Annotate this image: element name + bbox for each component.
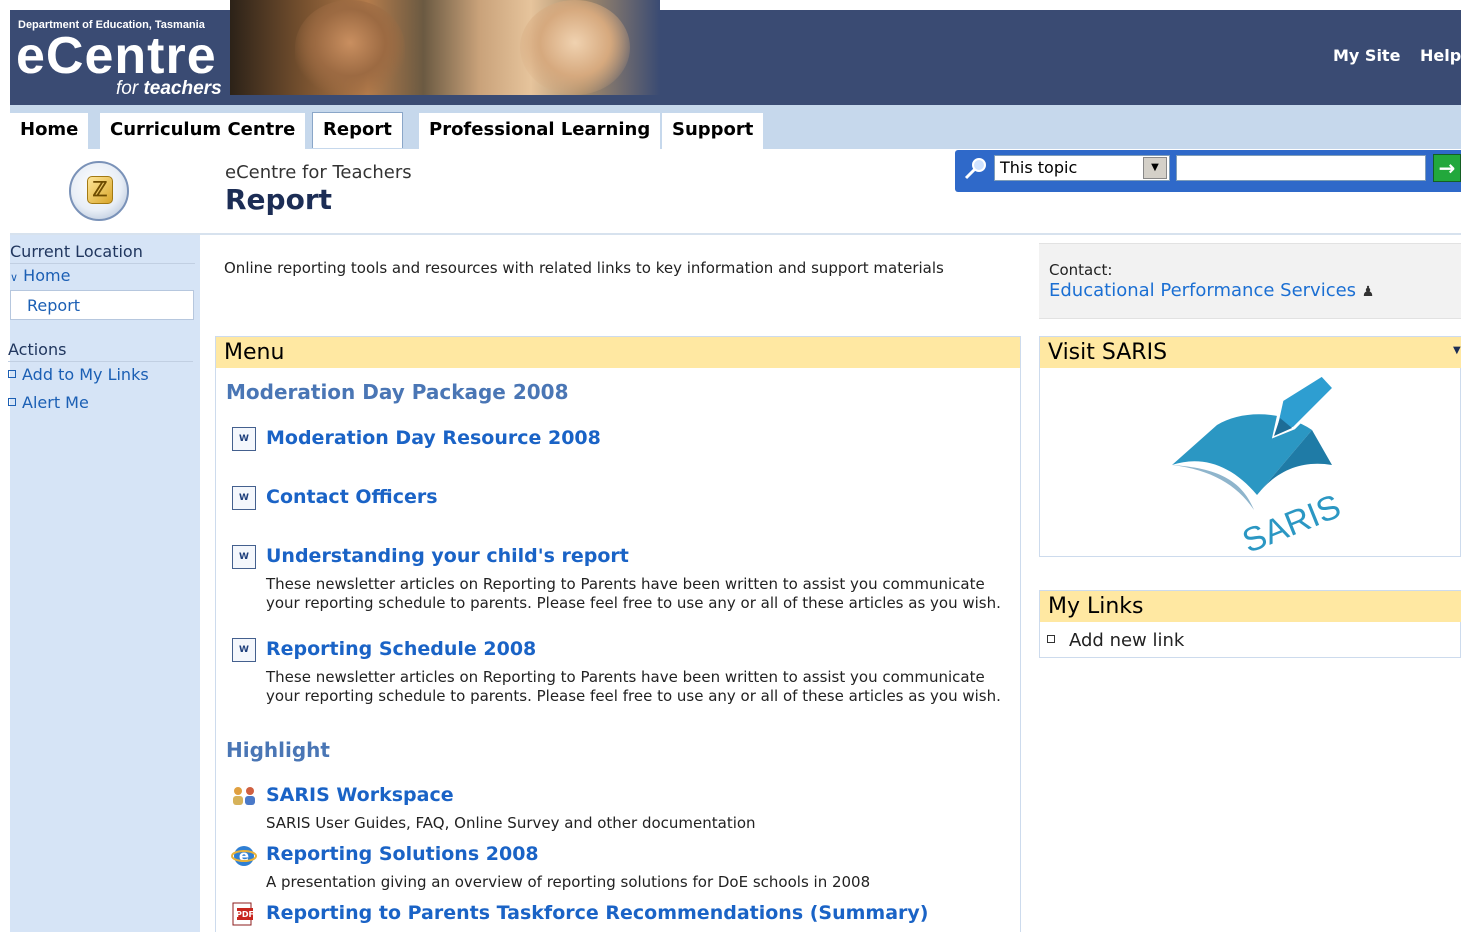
reporting-schedule-note: These newsletter articles on Reporting t… <box>266 668 1001 705</box>
search-input[interactable] <box>1176 155 1426 181</box>
help-link[interactable]: Help <box>1420 46 1461 65</box>
add-to-my-links-action[interactable]: Add to My Links <box>8 365 149 384</box>
scroll-icon: ℤ <box>87 176 113 204</box>
page-title: Report <box>225 183 333 216</box>
understanding-report-note: These newsletter articles on Reporting t… <box>266 575 1001 612</box>
tab-report[interactable]: Report <box>312 112 403 148</box>
workspace-people-icon <box>233 787 255 805</box>
contact-name: Educational Performance Services <box>1049 280 1357 301</box>
reporting-schedule-link[interactable]: Reporting Schedule 2008 <box>266 638 536 660</box>
nav-report-link[interactable]: Report <box>10 290 194 320</box>
understanding-report-link[interactable]: Understanding your child's report <box>266 545 629 567</box>
chevron-down-icon[interactable]: ▼ <box>1143 157 1167 179</box>
actions-heading: Actions <box>8 340 193 362</box>
chevron-down-icon[interactable]: ▼ <box>1453 345 1461 356</box>
bullet-icon <box>8 397 16 406</box>
saris-logo-text: SARIS <box>1237 487 1346 556</box>
contact-link[interactable]: Educational Performance Services ♟ <box>1049 280 1374 301</box>
my-links-heading: My Links <box>1040 591 1461 622</box>
taskforce-recommendations-link[interactable]: Reporting to Parents Taskforce Recommend… <box>266 902 929 924</box>
bullet-icon <box>1047 635 1055 643</box>
add-new-link[interactable]: Add new link <box>1047 630 1184 651</box>
logo-subtitle: for teachers <box>116 78 222 99</box>
tab-professional-learning[interactable]: Professional Learning <box>419 113 661 149</box>
arrow-right-icon[interactable]: → <box>1433 154 1461 182</box>
svg-text:e: e <box>239 847 249 865</box>
ecentre-logo[interactable]: eCentre <box>16 26 217 86</box>
alert-me-label: Alert Me <box>22 393 89 412</box>
header-photo-girl <box>520 0 630 95</box>
visit-saris-heading: Visit SARIS <box>1040 337 1461 368</box>
nav-home-label: Home <box>23 266 71 285</box>
word-doc-icon: W <box>232 427 256 451</box>
reporting-solutions-note: A presentation giving an overview of rep… <box>266 873 871 891</box>
add-to-my-links-label: Add to My Links <box>22 365 149 384</box>
site-name[interactable]: eCentre for Teachers <box>225 162 412 183</box>
saris-workspace-link[interactable]: SARIS Workspace <box>266 784 454 806</box>
add-new-link-label: Add new link <box>1069 630 1185 651</box>
my-site-link[interactable]: My Site <box>1333 46 1400 65</box>
reporting-solutions-link[interactable]: Reporting Solutions 2008 <box>266 843 539 865</box>
page-description: Online reporting tools and resources wit… <box>224 259 944 277</box>
alert-me-action[interactable]: Alert Me <box>8 393 89 412</box>
word-doc-icon: W <box>232 486 256 510</box>
site-header <box>10 10 1461 105</box>
person-icon: ♟ <box>1361 284 1375 300</box>
contact-label: Contact: <box>1049 261 1113 279</box>
chevron-down-icon: ∨ <box>10 271 19 284</box>
word-doc-icon: W <box>232 545 256 569</box>
word-doc-icon: W <box>232 638 256 662</box>
saris-workspace-note: SARIS User Guides, FAQ, Online Survey an… <box>266 814 756 832</box>
pdf-doc-icon: PDF <box>232 902 254 926</box>
saris-logo[interactable]: SARIS <box>1162 370 1352 556</box>
section-heading-highlight: Highlight <box>226 738 330 762</box>
tab-curriculum-centre[interactable]: Curriculum Centre <box>100 113 306 149</box>
tab-support[interactable]: Support <box>662 113 764 149</box>
menu-heading: Menu <box>216 337 1020 368</box>
section-heading-moderation: Moderation Day Package 2008 <box>226 380 569 404</box>
internet-explorer-icon: e <box>231 846 257 866</box>
current-location-heading: Current Location <box>10 242 195 264</box>
bullet-icon <box>8 369 16 378</box>
nav-home-link[interactable]: ∨ Home <box>10 266 70 285</box>
svg-text:PDF: PDF <box>236 910 254 919</box>
moderation-day-resource-link[interactable]: Moderation Day Resource 2008 <box>266 427 601 449</box>
search-icon <box>964 158 986 180</box>
contact-officers-link[interactable]: Contact Officers <box>266 486 438 508</box>
header-photo-boy <box>295 0 405 95</box>
tab-home[interactable]: Home <box>10 113 89 149</box>
